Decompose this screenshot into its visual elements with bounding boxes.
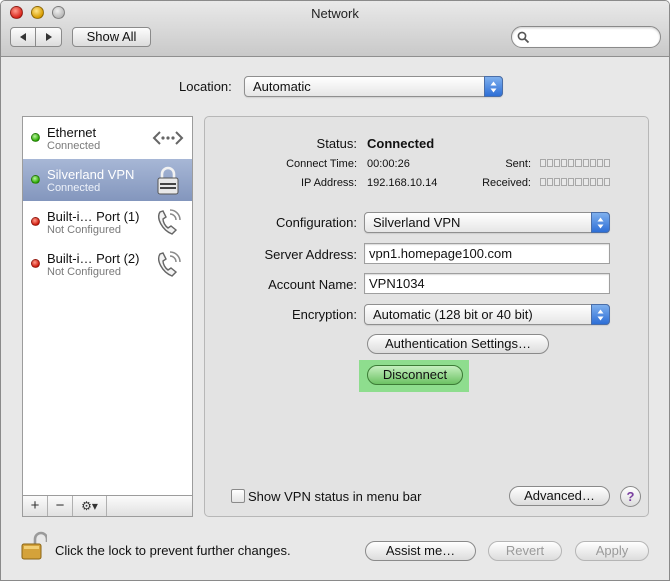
service-status: Not Configured — [47, 224, 121, 236]
service-item-silverland-vpn[interactable]: Silverland VPN Connected — [23, 159, 192, 201]
service-status: Connected — [47, 182, 101, 194]
status-value: Connected — [367, 136, 435, 151]
service-item-builtin-port-1[interactable]: Built-i… Port (1) Not Configured — [23, 201, 192, 243]
service-name: Built-i… Port (2) — [47, 251, 140, 266]
received-meter — [540, 178, 610, 186]
popup-stepper-icon — [591, 212, 610, 233]
popup-stepper-icon — [484, 76, 503, 97]
server-address-field[interactable]: vpn1.homepage100.com — [364, 243, 610, 264]
ethernet-arrows-icon — [152, 131, 184, 145]
window-title: Network — [311, 6, 359, 21]
help-button[interactable]: ? — [620, 486, 641, 507]
configuration-label: Configuration: — [276, 215, 357, 230]
service-list: Ethernet Connected Silverland VPN Connec… — [22, 116, 193, 517]
add-service-button[interactable]: + — [23, 496, 48, 516]
lock-text: Click the lock to prevent further change… — [55, 543, 291, 558]
ip-address-label: IP Address: — [300, 177, 357, 189]
gear-menu-button[interactable]: ⚙▾ — [73, 496, 107, 516]
service-name: Ethernet — [47, 125, 97, 140]
remove-service-button[interactable]: − — [48, 496, 73, 516]
network-preferences-window: Network Show All Location: Automatic Eth… — [0, 0, 670, 581]
location-popup[interactable]: Automatic — [244, 76, 503, 97]
connect-time-label: Connect Time: — [286, 158, 357, 170]
status-dot-red — [31, 259, 40, 268]
account-name-field[interactable]: VPN1034 — [364, 273, 610, 294]
status-dot-green — [31, 175, 40, 184]
vpn-lock-icon — [157, 166, 179, 195]
encryption-label: Encryption: — [291, 307, 357, 322]
popup-stepper-icon — [591, 304, 610, 325]
service-status: Not Configured — [47, 266, 121, 278]
sent-label: Sent: — [505, 158, 531, 170]
phone-icon — [158, 251, 181, 277]
configuration-popup[interactable]: Silverland VPN — [364, 212, 610, 233]
apply-button[interactable]: Apply — [575, 541, 649, 561]
back-button[interactable] — [10, 27, 36, 47]
show-vpn-status-label: Show VPN status in menu bar — [248, 489, 422, 504]
service-status: Connected — [47, 140, 101, 152]
forward-button[interactable] — [36, 27, 62, 47]
forward-arrow-icon — [45, 33, 52, 41]
connect-time-value: 00:00:26 — [367, 158, 410, 170]
search-icon — [517, 31, 530, 44]
status-label: Status: — [316, 136, 357, 151]
authentication-settings-button[interactable]: Authentication Settings… — [367, 334, 549, 354]
status-dot-green — [31, 133, 40, 142]
advanced-button[interactable]: Advanced… — [509, 486, 610, 506]
ip-address-value: 192.168.10.14 — [367, 177, 438, 189]
service-item-ethernet[interactable]: Ethernet Connected — [23, 117, 192, 159]
service-item-builtin-port-2[interactable]: Built-i… Port (2) Not Configured — [23, 243, 192, 285]
phone-icon — [158, 209, 181, 235]
disconnect-button[interactable]: Disconnect — [367, 365, 463, 385]
account-name-label: Account Name: — [268, 277, 357, 292]
sent-meter — [540, 159, 610, 167]
back-forward-group — [10, 27, 62, 47]
revert-button[interactable]: Revert — [488, 541, 562, 561]
encryption-popup[interactable]: Automatic (128 bit or 40 bit) — [364, 304, 610, 325]
configuration-value: Silverland VPN — [373, 215, 461, 230]
assist-me-button[interactable]: Assist me… — [365, 541, 476, 561]
back-arrow-icon — [20, 33, 26, 41]
location-label: Location: — [179, 79, 232, 94]
service-name: Built-i… Port (1) — [47, 209, 140, 224]
status-dot-red — [31, 217, 40, 226]
lock-icon[interactable] — [21, 531, 47, 561]
show-all-button[interactable]: Show All — [72, 27, 151, 47]
search-field[interactable] — [511, 26, 661, 48]
received-label: Received: — [482, 177, 531, 189]
titlebar: Network Show All — [1, 1, 669, 57]
location-value: Automatic — [253, 79, 311, 94]
encryption-value: Automatic (128 bit or 40 bit) — [373, 307, 533, 322]
show-vpn-status-checkbox[interactable] — [231, 489, 245, 503]
server-address-label: Server Address: — [264, 247, 358, 262]
service-name: Silverland VPN — [47, 167, 135, 182]
service-list-controls: + − ⚙▾ — [22, 495, 193, 517]
